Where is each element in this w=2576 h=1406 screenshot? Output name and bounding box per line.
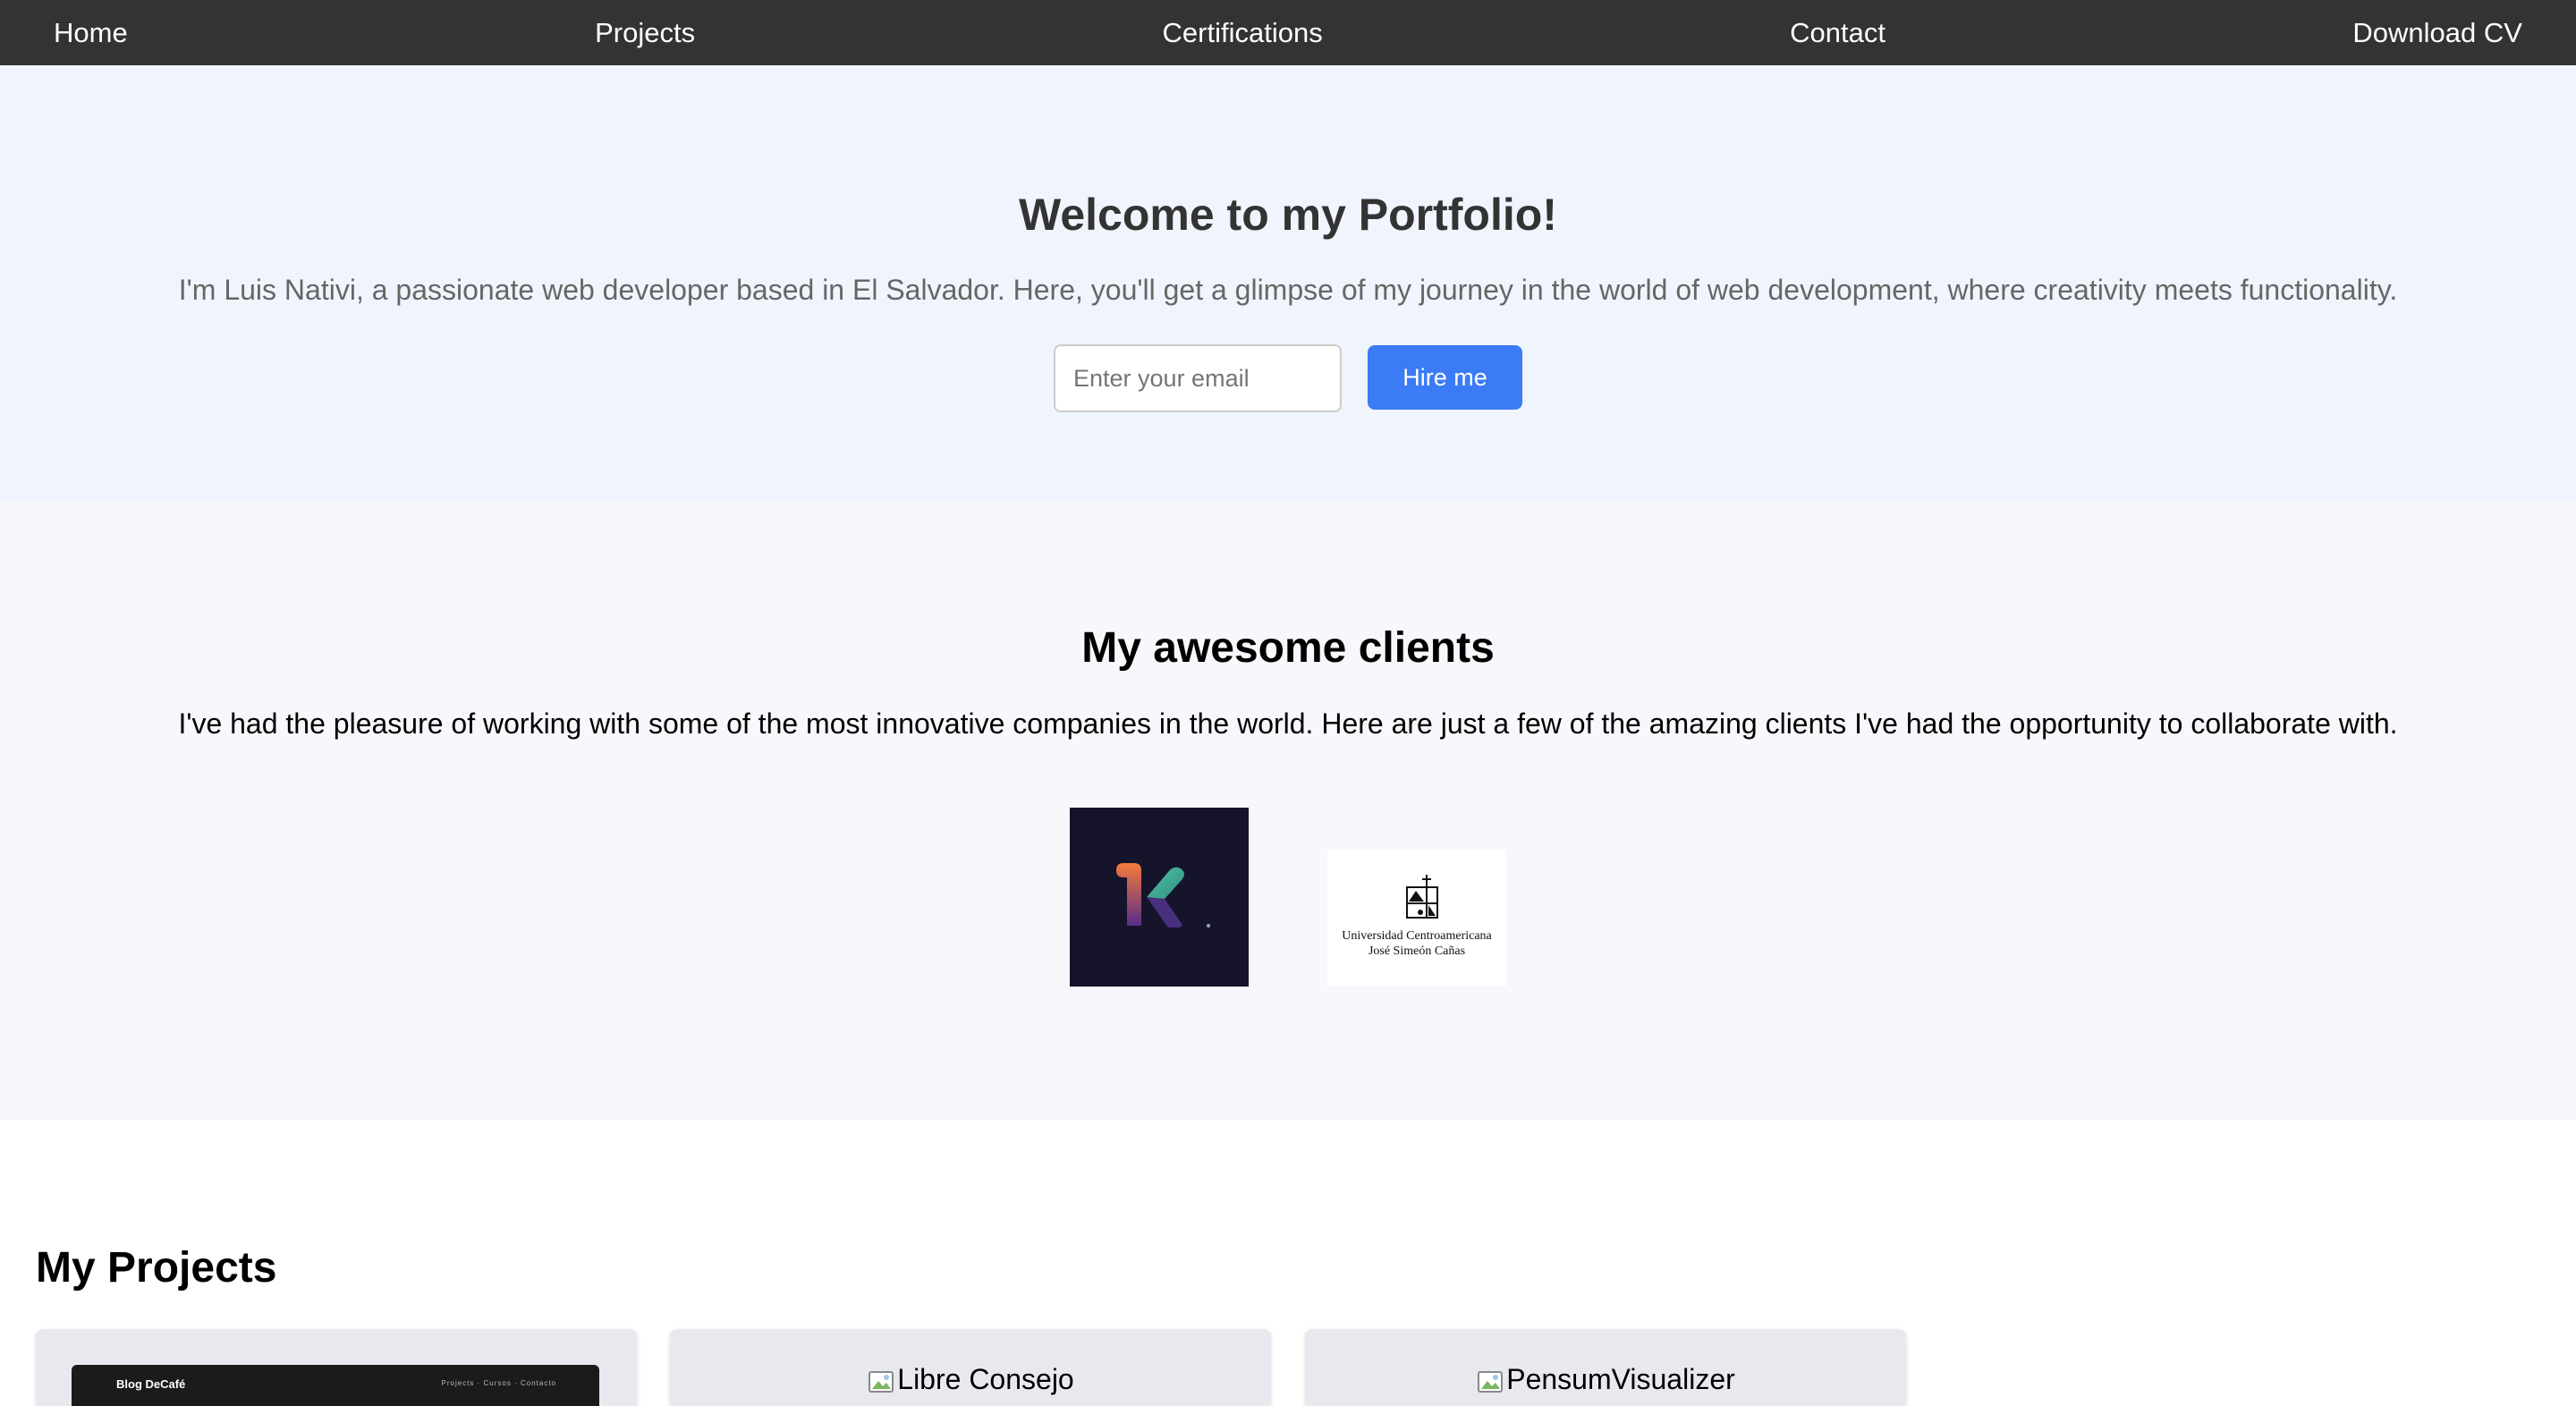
k-logo-icon [1116, 863, 1210, 927]
nav-home-link[interactable]: Home [54, 17, 128, 49]
uca-logo-line1: Universidad Centroamericana [1342, 929, 1492, 943]
uca-logo-text: Universidad Centroamericana José Simeón … [1327, 928, 1506, 959]
project-card-blog-decafe[interactable]: Blog DeCafé Projects · Cursos · Contacto [36, 1329, 637, 1406]
nav-certifications-link[interactable]: Certifications [1163, 17, 1323, 49]
hero-title: Welcome to my Portfolio! [1019, 190, 1557, 240]
nav-projects-link[interactable]: Projects [595, 17, 695, 49]
uca-crest-icon [1406, 875, 1438, 919]
hero-subtitle: I'm Luis Nativi, a passionate web develo… [178, 274, 2398, 306]
clients-title: My awesome clients [1081, 624, 1495, 672]
nav-contact-link[interactable]: Contact [1790, 17, 1885, 49]
project-card-pensum-visualizer[interactable]: PensumVisualizer [1305, 1329, 1906, 1406]
project-image-alt: Libre Consejo [897, 1363, 1074, 1395]
nav-download-cv-link[interactable]: Download CV [2352, 17, 2522, 49]
top-nav: Home Projects Certifications Contact Dow… [0, 0, 2576, 65]
project-image-placeholder[interactable]: Libre Consejo [670, 1363, 1271, 1396]
projects-title: My Projects [36, 1244, 277, 1292]
clients-description: I've had the pleasure of working with so… [178, 707, 2398, 740]
project-preview-image[interactable]: Blog DeCafé Projects · Cursos · Contacto [72, 1365, 599, 1406]
uca-logo-line2: José Simeón Cañas [1368, 944, 1466, 958]
hire-me-button[interactable]: Hire me [1368, 345, 1522, 410]
clients-section: My awesome clients I've had the pleasure… [0, 501, 2576, 1120]
project-image-alt: PensumVisualizer [1506, 1363, 1735, 1395]
broken-image-icon [869, 1370, 894, 1393]
project-card-libre-consejo[interactable]: Libre Consejo [670, 1329, 1271, 1406]
preview-nav: Projects · Cursos · Contacto [441, 1379, 556, 1387]
project-image-placeholder[interactable]: PensumVisualizer [1305, 1363, 1906, 1396]
email-input[interactable] [1054, 344, 1342, 412]
uca-client-logo: Universidad Centroamericana José Simeón … [1327, 850, 1506, 987]
k-client-logo [1070, 808, 1249, 987]
hero-section: Welcome to my Portfolio! I'm Luis Nativi… [0, 65, 2576, 501]
broken-image-icon [1478, 1370, 1504, 1393]
preview-brand: Blog DeCafé [116, 1377, 186, 1391]
